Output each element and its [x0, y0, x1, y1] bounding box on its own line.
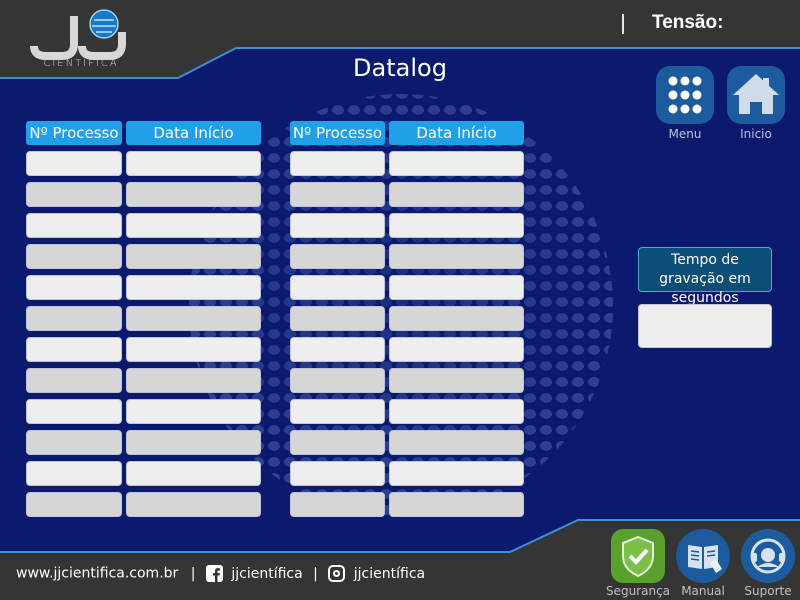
processo-cell[interactable] — [290, 399, 385, 424]
processo-cell[interactable] — [290, 151, 385, 176]
processo-cell[interactable] — [290, 182, 385, 207]
processo-cell[interactable] — [26, 461, 122, 486]
processo-cell[interactable] — [290, 244, 385, 269]
col-header-processo-1: Nº Processo — [26, 121, 122, 145]
data-inicio-cell[interactable] — [389, 244, 524, 269]
footer-links: www.jjcientifica.com.br | jjcientífica |… — [16, 565, 425, 582]
data-inicio-cell[interactable] — [389, 213, 524, 238]
menu-grid-icon — [668, 76, 702, 114]
data-inicio-cell[interactable] — [389, 151, 524, 176]
instagram-icon — [328, 565, 346, 582]
manual-button[interactable] — [676, 529, 730, 583]
processo-cell[interactable] — [26, 306, 122, 331]
processo-cell[interactable] — [290, 430, 385, 455]
processo-cell[interactable] — [26, 213, 122, 238]
col-header-processo-2: Nº Processo — [290, 121, 385, 145]
processo-cell[interactable] — [290, 461, 385, 486]
processo-cell[interactable] — [290, 337, 385, 362]
processo-cell[interactable] — [26, 399, 122, 424]
data-inicio-cell[interactable] — [126, 244, 261, 269]
tensao-label: Tensão: — [652, 12, 724, 33]
processo-cell[interactable] — [290, 306, 385, 331]
data-inicio-cell[interactable] — [389, 306, 524, 331]
seguranca-button[interactable] — [611, 529, 665, 583]
datalog-screen: CIENTÍFICA Tensão: Datalog Nº Processo D… — [0, 0, 800, 600]
facebook-link[interactable]: jjcientífica — [231, 566, 302, 582]
home-label: Inicio — [740, 127, 772, 141]
col-header-data-inicio-2: Data Início — [389, 121, 524, 145]
processo-cell[interactable] — [26, 275, 122, 300]
data-inicio-cell[interactable] — [126, 492, 261, 517]
manual-book-icon — [688, 545, 722, 573]
manual-label: Manual — [681, 584, 725, 598]
processo-cell[interactable] — [26, 244, 122, 269]
home-button[interactable] — [727, 66, 785, 124]
tempo-gravacao-label: Tempo de gravação em segundos — [638, 247, 772, 306]
page-title: Datalog — [353, 54, 447, 82]
processo-cell[interactable] — [26, 368, 122, 393]
data-inicio-cell[interactable] — [389, 492, 524, 517]
processo-cell[interactable] — [26, 430, 122, 455]
data-inicio-cell[interactable] — [389, 182, 524, 207]
shield-check-icon — [622, 535, 654, 578]
suporte-button[interactable] — [741, 529, 795, 583]
data-inicio-cell[interactable] — [126, 213, 261, 238]
support-headset-icon — [750, 538, 786, 574]
home-icon — [733, 74, 779, 114]
data-inicio-cell[interactable] — [389, 275, 524, 300]
processo-cell[interactable] — [290, 213, 385, 238]
logo-text: CIENTÍFICA — [43, 58, 119, 69]
data-inicio-cell[interactable] — [389, 461, 524, 486]
menu-label: Menu — [668, 127, 702, 141]
facebook-icon — [205, 565, 223, 582]
data-inicio-cell[interactable] — [126, 337, 261, 362]
data-inicio-cell[interactable] — [126, 275, 261, 300]
processo-cell[interactable] — [26, 492, 122, 517]
data-inicio-cell[interactable] — [126, 151, 261, 176]
data-inicio-cell[interactable] — [126, 399, 261, 424]
data-inicio-cell[interactable] — [389, 430, 524, 455]
tempo-gravacao-input[interactable] — [638, 304, 772, 348]
processo-cell[interactable] — [290, 368, 385, 393]
processo-cell[interactable] — [290, 275, 385, 300]
processo-cell[interactable] — [26, 182, 122, 207]
footer-separator: | — [313, 565, 318, 582]
data-inicio-cell[interactable] — [389, 399, 524, 424]
col-header-data-inicio-1: Data Início — [126, 121, 261, 145]
footer-separator: | — [190, 565, 196, 582]
header-divider — [622, 14, 624, 34]
data-inicio-cell[interactable] — [389, 368, 524, 393]
processo-cell[interactable] — [290, 492, 385, 517]
data-inicio-cell[interactable] — [126, 182, 261, 207]
processo-cell[interactable] — [26, 151, 122, 176]
suporte-label: Suporte — [744, 584, 792, 598]
data-inicio-cell[interactable] — [389, 337, 524, 362]
menu-button[interactable] — [656, 66, 714, 124]
seguranca-label: Segurança — [605, 584, 671, 598]
data-inicio-cell[interactable] — [126, 368, 261, 393]
data-inicio-cell[interactable] — [126, 461, 261, 486]
data-inicio-cell[interactable] — [126, 430, 261, 455]
data-inicio-cell[interactable] — [126, 306, 261, 331]
website-link[interactable]: www.jjcientifica.com.br — [16, 566, 178, 582]
instagram-link[interactable]: jjcientífica — [354, 566, 425, 582]
processo-cell[interactable] — [26, 337, 122, 362]
